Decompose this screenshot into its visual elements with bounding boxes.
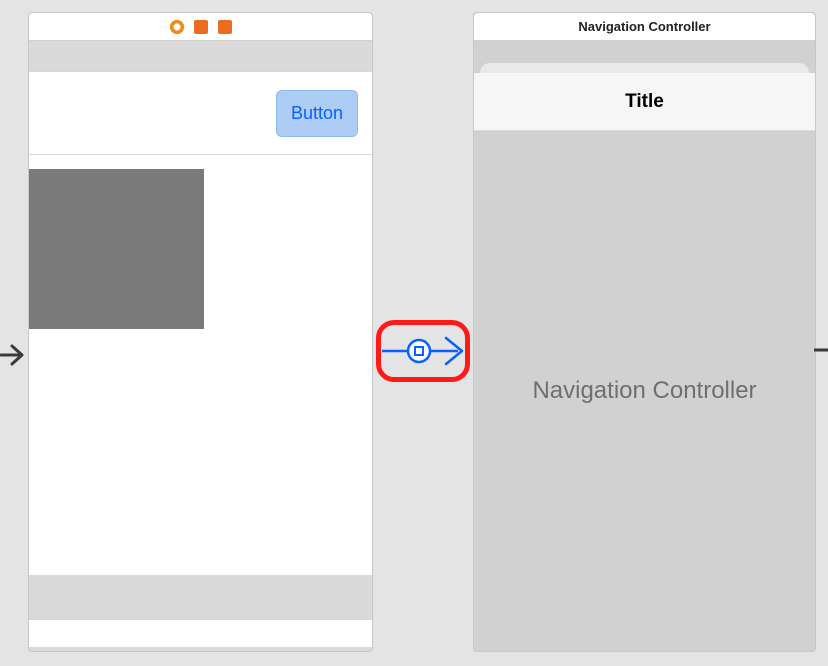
image-view-placeholder[interactable] xyxy=(29,169,204,329)
view-content[interactable] xyxy=(29,155,372,575)
first-responder-icon[interactable] xyxy=(170,20,184,34)
navigation-bar[interactable]: Title xyxy=(474,73,815,131)
placeholder-label: Navigation Controller xyxy=(532,377,756,405)
navigation-bar-area[interactable]: Button xyxy=(29,71,372,155)
status-bar-area xyxy=(29,41,372,71)
navigation-controller-scene[interactable]: Navigation Controller Title Navigation C… xyxy=(473,12,816,652)
initial-vc-arrow-icon xyxy=(0,340,26,370)
navbar-cap xyxy=(480,63,809,73)
exit-icon[interactable] xyxy=(218,20,232,34)
bottom-layout-guide xyxy=(29,619,372,647)
navigation-bar-title: Title xyxy=(625,91,664,113)
container-view[interactable]: Navigation Controller xyxy=(474,131,815,651)
view-controller-scene[interactable]: Button xyxy=(28,12,373,652)
outgoing-segue-stub-icon xyxy=(814,340,828,360)
status-bar-area xyxy=(474,41,815,63)
view-controller-icon[interactable] xyxy=(194,20,208,34)
bar-button[interactable]: Button xyxy=(276,90,358,137)
show-segue[interactable] xyxy=(376,320,470,382)
scene-dock[interactable] xyxy=(29,13,372,41)
scene-title[interactable]: Navigation Controller xyxy=(474,13,815,41)
